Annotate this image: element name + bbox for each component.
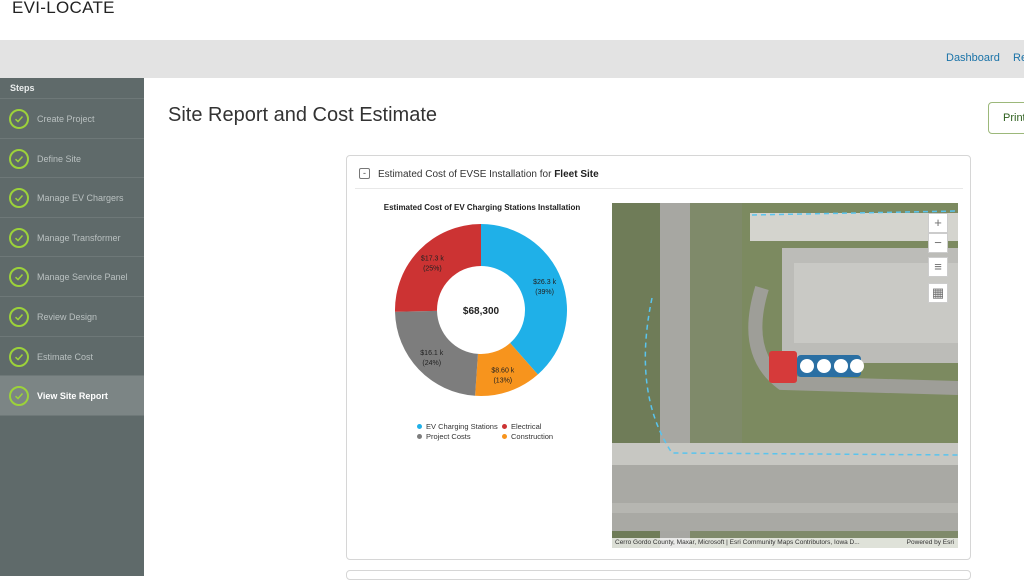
card-divider bbox=[355, 188, 963, 189]
nav-link-reports[interactable]: Re bbox=[1013, 52, 1024, 64]
print-button[interactable]: Print bbox=[988, 102, 1024, 134]
step-view-site-report[interactable]: View Site Report bbox=[0, 375, 144, 415]
next-card bbox=[346, 570, 971, 580]
layers-button[interactable]: ≡ bbox=[928, 257, 948, 277]
step-label: Manage Transformer bbox=[37, 232, 121, 243]
slice-value-label: $26.3 k bbox=[533, 279, 556, 286]
card-title-prefix: Estimated Cost of EVSE Installation for bbox=[378, 169, 555, 180]
legend-item-electrical[interactable]: Electrical bbox=[502, 422, 541, 431]
cost-estimate-card: - Estimated Cost of EVSE Installation fo… bbox=[346, 155, 971, 560]
page-title: Site Report and Cost Estimate bbox=[168, 104, 438, 126]
check-icon bbox=[9, 306, 29, 327]
step-label: View Site Report bbox=[37, 390, 108, 401]
sidebar: Steps Create Project Define Site Manage … bbox=[0, 78, 144, 576]
collapse-button[interactable]: - bbox=[359, 168, 370, 179]
top-bar: EVI-LOCATE bbox=[0, 0, 1024, 40]
check-icon bbox=[9, 266, 29, 287]
slice-percent-label: (39%) bbox=[535, 289, 554, 296]
slice-value-label: $8.60 k bbox=[491, 367, 514, 374]
donut-chart: $26.3 k (39%) $8.60 k (13%) $16.1 k (24%) $17.… bbox=[395, 224, 567, 396]
attribution-text: Cerro Gordo County, Maxar, Microsoft | E… bbox=[615, 539, 860, 546]
check-icon bbox=[9, 108, 29, 129]
legend-label: Project Costs bbox=[426, 432, 471, 441]
step-divider bbox=[0, 415, 144, 416]
legend-item-ev-charging-stations[interactable]: EV Charging Stations bbox=[417, 422, 498, 431]
app-title: EVI-LOCATE bbox=[12, 0, 115, 17]
step-estimate-cost[interactable]: Estimate Cost bbox=[0, 336, 144, 376]
chart-title: Estimated Cost of EV Charging Stations I… bbox=[383, 203, 581, 212]
legend-dot bbox=[502, 434, 507, 439]
map-imagery bbox=[612, 203, 958, 548]
step-manage-ev-chargers[interactable]: Manage EV Chargers bbox=[0, 177, 144, 217]
slice-value-label: $17.3 k bbox=[421, 255, 444, 262]
steps-title: Steps bbox=[10, 83, 35, 93]
step-create-project[interactable]: Create Project bbox=[0, 98, 144, 138]
check-icon bbox=[9, 346, 29, 367]
check-icon bbox=[9, 187, 29, 208]
step-review-design[interactable]: Review Design bbox=[0, 296, 144, 336]
legend-label: Construction bbox=[511, 432, 554, 441]
step-manage-transformer[interactable]: Manage Transformer bbox=[0, 217, 144, 257]
legend-dot bbox=[502, 424, 507, 429]
nav-link-dashboard[interactable]: Dashboard bbox=[946, 52, 1000, 64]
donut-slice-ev-charging-stations[interactable] bbox=[481, 224, 567, 375]
slice-percent-label: (24%) bbox=[422, 360, 441, 367]
nav-bar: Dashboard Re bbox=[0, 40, 1024, 78]
basemap-button[interactable]: ▦ bbox=[928, 283, 948, 303]
zoom-in-button[interactable]: + bbox=[928, 213, 948, 233]
check-icon bbox=[9, 385, 29, 406]
legend-label: EV Charging Stations bbox=[426, 422, 498, 431]
step-label: Estimate Cost bbox=[37, 351, 94, 362]
card-title-site: Fleet Site bbox=[554, 169, 599, 180]
legend-dot bbox=[417, 434, 422, 439]
step-manage-service-panel[interactable]: Manage Service Panel bbox=[0, 256, 144, 296]
zoom-out-button[interactable]: − bbox=[928, 233, 948, 253]
legend-item-project-costs[interactable]: Project Costs bbox=[417, 432, 471, 441]
legend-label: Electrical bbox=[511, 422, 542, 431]
menu-icon: ≡ bbox=[934, 259, 942, 274]
check-icon bbox=[9, 227, 29, 248]
slice-value-label: $16.1 k bbox=[420, 350, 443, 357]
qr-icon: ▦ bbox=[931, 285, 945, 300]
card-title: Estimated Cost of EVSE Installation for … bbox=[378, 169, 599, 180]
legend-dot bbox=[417, 424, 422, 429]
powered-by-text: Powered by Esri bbox=[906, 539, 954, 546]
legend-item-construction[interactable]: Construction bbox=[502, 432, 553, 441]
step-label: Define Site bbox=[37, 153, 82, 164]
donut-center-total: $68,300 bbox=[463, 306, 500, 317]
step-label: Create Project bbox=[37, 113, 95, 124]
step-label: Manage Service Panel bbox=[37, 271, 128, 282]
card-header: - Estimated Cost of EVSE Installation fo… bbox=[347, 156, 970, 190]
step-define-site[interactable]: Define Site bbox=[0, 138, 144, 178]
slice-percent-label: (25%) bbox=[423, 265, 442, 272]
slice-percent-label: (13%) bbox=[493, 377, 512, 384]
site-map[interactable]: + − ≡ ▦ Cerro Gordo County, Maxar, Micro… bbox=[612, 203, 958, 548]
step-label: Manage EV Chargers bbox=[37, 192, 124, 203]
step-label: Review Design bbox=[37, 311, 98, 322]
map-attribution: Cerro Gordo County, Maxar, Microsoft | E… bbox=[612, 538, 958, 548]
check-icon bbox=[9, 148, 29, 169]
